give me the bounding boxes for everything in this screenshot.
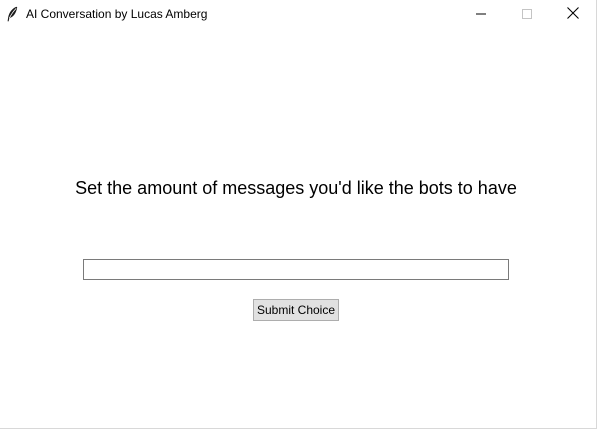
submit-choice-button[interactable]: Submit Choice <box>253 299 339 321</box>
close-button[interactable] <box>550 0 596 30</box>
message-count-input[interactable] <box>83 259 509 280</box>
minimize-button[interactable] <box>458 0 504 30</box>
app-window: AI Conversation by Lucas Amberg Set the … <box>0 0 597 429</box>
maximize-button[interactable] <box>504 0 550 30</box>
window-title: AI Conversation by Lucas Amberg <box>26 7 208 21</box>
feather-icon <box>5 6 19 22</box>
message-count-prompt: Set the amount of messages you'd like th… <box>75 178 517 198</box>
close-icon <box>567 6 579 24</box>
title-bar[interactable]: AI Conversation by Lucas Amberg <box>0 0 596 30</box>
maximize-icon <box>522 6 532 24</box>
minimize-icon <box>476 6 486 24</box>
